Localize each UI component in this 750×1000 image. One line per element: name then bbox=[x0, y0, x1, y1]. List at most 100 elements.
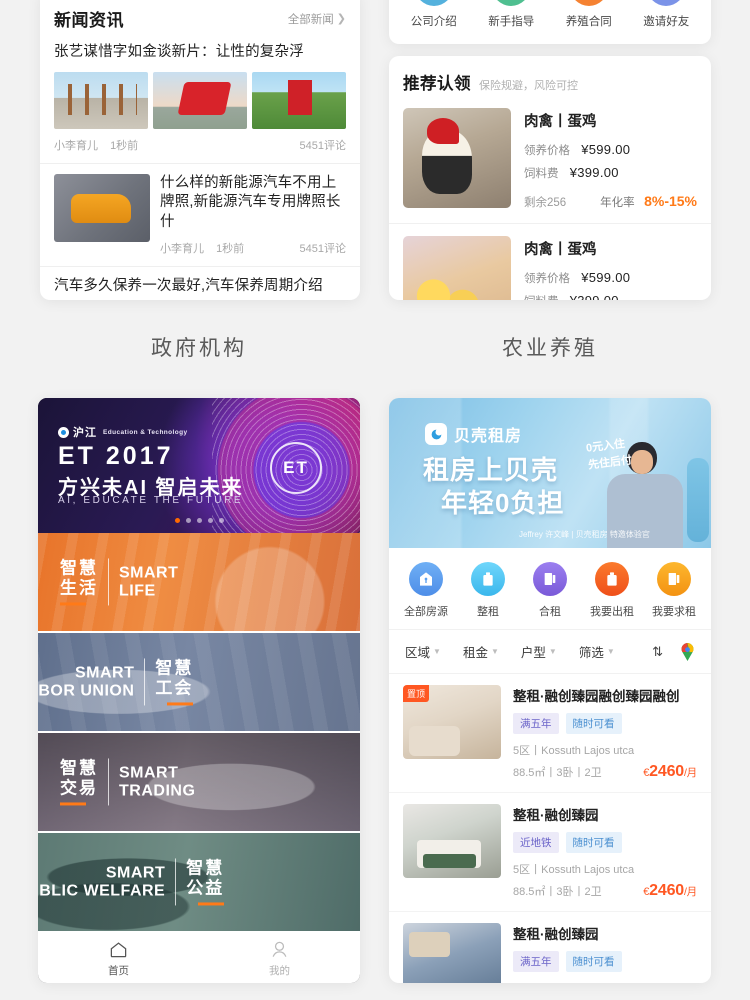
quick-action-label: 公司介绍 bbox=[410, 16, 457, 28]
hero-headline-1: 租房上贝壳 bbox=[423, 455, 559, 485]
news-thumbnail bbox=[252, 71, 346, 129]
quick-action-company-intro[interactable]: 公司介绍 bbox=[403, 0, 465, 29]
feed-fee-label: 饲料费 bbox=[524, 296, 559, 300]
news-headline: 张艺谋惜字如金谈新片：让性的复杂浮 bbox=[54, 44, 304, 60]
listing-row[interactable]: 整租·融创臻园 近地铁 随时可看 5区丨Kossuth Lajos utca 8… bbox=[389, 793, 711, 912]
news-comment-count: 5451评论 bbox=[299, 139, 346, 152]
banner-smart-labor-union[interactable]: SMART LABOR UNION 智慧 工会 bbox=[38, 633, 360, 733]
quick-action-breeding-contract[interactable]: 养殖合同 bbox=[558, 0, 620, 29]
all-news-label: 全部新闻 bbox=[287, 13, 334, 26]
listing-address: 5区丨Kossuth Lajos utca bbox=[513, 864, 635, 876]
feed-fee-value: ¥399.00 bbox=[569, 165, 619, 180]
news-thumbnail bbox=[153, 71, 247, 129]
quick-action-whole-rent[interactable]: 整租 bbox=[460, 562, 516, 619]
banner-smart-trading[interactable]: 智慧 交易 SMART TRADING bbox=[38, 733, 360, 833]
section-subtitle: 保险规避，风险可控 bbox=[479, 80, 578, 92]
adoption-title: 肉禽丨蛋鸡 bbox=[524, 114, 597, 130]
quick-action-i-want-to-find-rental[interactable]: 我要求租 bbox=[646, 562, 702, 619]
suitcase-out-icon bbox=[595, 562, 629, 596]
et-hero-banner[interactable]: 沪江 Education & Technology ET 2017 方兴未AI … bbox=[38, 398, 360, 533]
tab-mine-label: 我的 bbox=[269, 965, 290, 977]
quick-action-beginner-guide[interactable]: 新手指导 bbox=[480, 0, 542, 29]
beike-hero-banner[interactable]: 贝壳租房 租房上贝壳 年轻0负担 0元入住 先住后付 Jeffrey 许文峰 |… bbox=[389, 398, 711, 548]
news-list-item[interactable]: 张艺谋惜字如金谈新片：让性的复杂浮 小李育儿 1秒前 5451评论 bbox=[40, 39, 360, 163]
hujiang-logo-icon bbox=[58, 426, 69, 438]
tab-home-label: 首页 bbox=[108, 965, 129, 977]
filter-area-label: 区域 bbox=[405, 646, 431, 660]
invite-friend-icon bbox=[647, 0, 686, 6]
listing-row[interactable]: 整租·融创臻园 满五年 随时可看 bbox=[389, 912, 711, 983]
door-icon bbox=[533, 562, 567, 596]
adoption-list-item[interactable]: 肉禽丨蛋鸡 领养价格 ¥599.00 饲料费 ¥399.00 bbox=[389, 223, 711, 300]
quick-action-i-want-to-rent-out[interactable]: 我要出租 bbox=[584, 562, 640, 619]
banner-cn-line2: 工会 bbox=[155, 678, 194, 698]
hero-slogan-en: AI, EDUCATE THE FUTURE bbox=[58, 495, 244, 506]
quick-action-shared-rent[interactable]: 合租 bbox=[522, 562, 578, 619]
guide-icon bbox=[492, 0, 531, 6]
carousel-dots[interactable] bbox=[38, 518, 360, 523]
listing-thumbnail bbox=[403, 804, 501, 878]
filter-layout[interactable]: 户型 ▼ bbox=[521, 642, 557, 661]
et-badge-icon: ET bbox=[270, 442, 322, 494]
banner-cn-line1: 智慧 bbox=[186, 858, 225, 878]
filter-more[interactable]: 筛选 ▼ bbox=[579, 642, 615, 661]
banner-en-line1: SMART bbox=[75, 664, 135, 682]
carousel-dot[interactable] bbox=[196, 518, 202, 523]
banner-en-line2: TRADING bbox=[119, 782, 196, 799]
quick-action-label: 我要出租 bbox=[590, 606, 634, 618]
all-news-link[interactable]: 全部新闻 ❯ bbox=[288, 11, 346, 27]
beike-shell-icon bbox=[425, 423, 447, 445]
carousel-dot-active[interactable] bbox=[174, 518, 180, 523]
news-time: 1秒前 bbox=[110, 139, 139, 152]
news-list-item[interactable]: 汽车多久保养一次最好,汽车保养周期介绍 小李育儿 1秒前 5451评论 bbox=[40, 266, 360, 300]
banner-en-line1: SMART bbox=[119, 564, 179, 582]
listing-tags: 满五年 随时可看 bbox=[513, 951, 697, 972]
quick-action-label: 养殖合同 bbox=[565, 16, 612, 28]
news-meta: 小李育儿 1秒前 5451评论 bbox=[54, 137, 346, 153]
quick-action-label: 邀请好友 bbox=[643, 16, 690, 28]
map-pin-icon[interactable] bbox=[680, 642, 695, 661]
carousel-dot[interactable] bbox=[185, 518, 191, 523]
chevron-right-icon: ❯ bbox=[336, 13, 346, 25]
annual-rate-value: 8%-15% bbox=[644, 193, 697, 209]
page-title: 新闻资讯 bbox=[54, 11, 124, 30]
beike-logo-text: 贝壳租房 bbox=[454, 428, 523, 445]
section-caption-government: 政府机构 bbox=[151, 337, 247, 360]
sort-icon[interactable]: ⇅ bbox=[652, 644, 663, 660]
status-badge: 置顶 bbox=[403, 685, 430, 702]
banner-cn-line2: 生活 bbox=[60, 578, 98, 598]
tab-mine[interactable]: 我的 bbox=[199, 938, 360, 978]
listing-title: 整租·融创臻园融创臻园融创 bbox=[513, 689, 680, 704]
banner-en-line1: SMART bbox=[119, 764, 179, 782]
filter-area[interactable]: 区域 ▼ bbox=[405, 642, 441, 661]
filter-rent[interactable]: 租金 ▼ bbox=[463, 642, 499, 661]
rental-quick-action-row: 全部房源 整租 合租 我要出租 我要求租 bbox=[389, 548, 711, 630]
filter-bar: 区域 ▼ 租金 ▼ 户型 ▼ 筛选 ▼ ⇅ bbox=[389, 630, 711, 674]
carousel-dot[interactable] bbox=[218, 518, 224, 523]
listing-tag: 满五年 bbox=[513, 713, 559, 734]
quick-action-row: 公司介绍 新手指导 养殖合同 邀请好友 bbox=[389, 0, 711, 37]
adoption-title: 肉禽丨蛋鸡 bbox=[524, 242, 597, 258]
banner-underline bbox=[198, 902, 225, 906]
quick-action-all-listings[interactable]: 全部房源 bbox=[398, 562, 454, 619]
listing-tags: 满五年 随时可看 bbox=[513, 713, 697, 734]
banner-divider bbox=[108, 558, 109, 606]
tab-home[interactable]: 首页 bbox=[38, 938, 199, 978]
quick-action-label: 合租 bbox=[539, 606, 561, 618]
banner-underline bbox=[60, 802, 86, 806]
banner-en-line2: LIFE bbox=[119, 582, 156, 599]
banner-cn-line2: 公益 bbox=[186, 878, 225, 898]
carousel-dot[interactable] bbox=[207, 518, 213, 523]
adoption-list-item[interactable]: 肉禽丨蛋鸡 领养价格 ¥599.00 饲料费 ¥399.00 剩余256 年化率… bbox=[389, 102, 711, 223]
listing-tag: 近地铁 bbox=[513, 832, 559, 853]
farm-quick-actions-card: 公司介绍 新手指导 养殖合同 邀请好友 bbox=[389, 0, 711, 44]
listing-row[interactable]: 置顶 整租·融创臻园融创臻园融创 满五年 随时可看 5区丨Kossuth Laj… bbox=[389, 674, 711, 793]
news-list-item[interactable]: 什么样的新能源汽车不用上牌照,新能源汽车专用牌照长什 小李育儿 1秒前 5451… bbox=[40, 162, 360, 267]
banner-smart-life[interactable]: 智慧 生活 SMART LIFE bbox=[38, 533, 360, 633]
filter-more-label: 筛选 bbox=[578, 646, 604, 660]
banner-underline bbox=[60, 602, 86, 606]
news-comment-count: 5451评论 bbox=[299, 243, 346, 256]
banner-smart-public-welfare[interactable]: SMART PUBLIC WELFARE 智慧 公益 bbox=[38, 833, 360, 933]
listing-price-unit: /月 bbox=[683, 767, 697, 779]
quick-action-invite-friend[interactable]: 邀请好友 bbox=[635, 0, 697, 29]
